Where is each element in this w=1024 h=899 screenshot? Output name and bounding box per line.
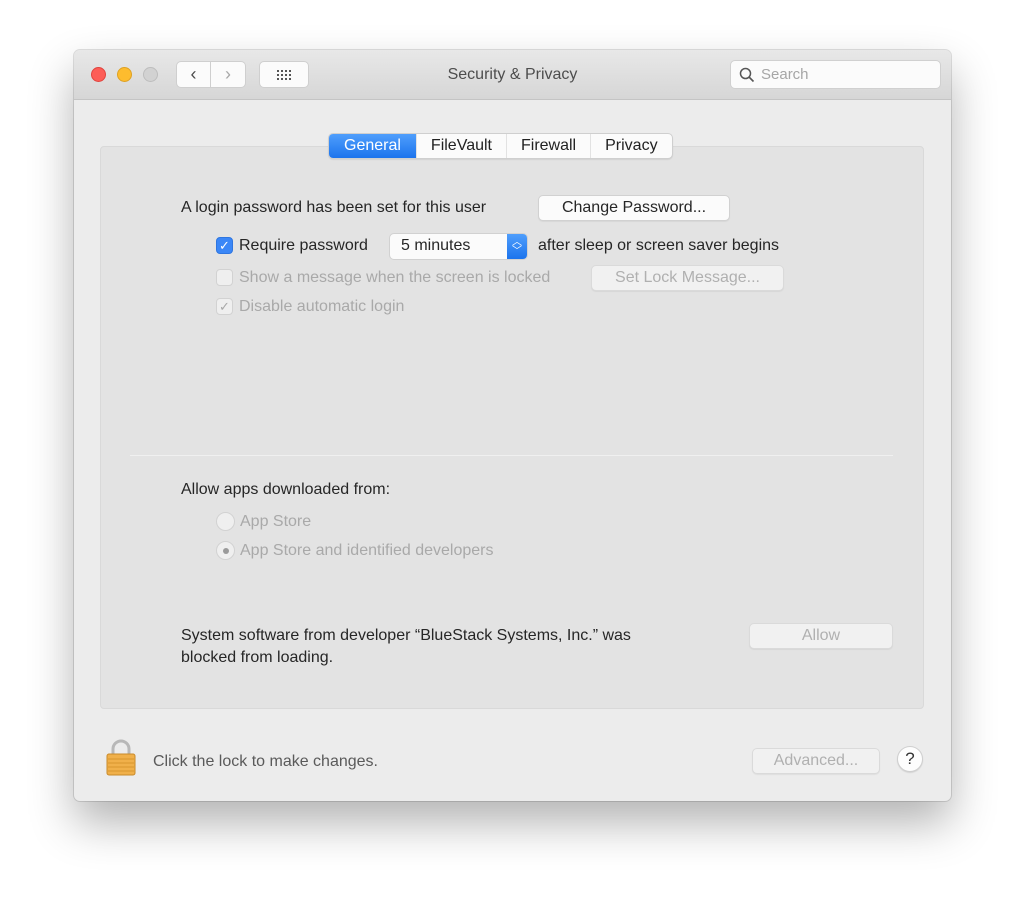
tab-firewall[interactable]: Firewall xyxy=(505,134,590,158)
search-field[interactable]: Search xyxy=(730,60,941,89)
title-bar: ‹ › Security & Privacy Search xyxy=(74,50,951,100)
require-password-delay-popup[interactable]: 5 minutes ︿ ﹀ xyxy=(389,233,528,260)
disable-auto-login-checkbox[interactable]: ✓ xyxy=(216,298,233,315)
login-password-label: A login password has been set for this u… xyxy=(181,199,487,216)
allow-apps-heading: Allow apps downloaded from: xyxy=(181,481,391,498)
radio-app-store-identified-label: App Store and identified developers xyxy=(240,542,494,559)
help-button[interactable]: ? xyxy=(897,746,923,772)
set-lock-message-button[interactable]: Set Lock Message... xyxy=(591,265,784,291)
search-icon xyxy=(739,67,755,82)
allow-button[interactable]: Allow xyxy=(749,623,893,649)
radio-app-store[interactable] xyxy=(216,512,235,531)
disable-auto-login-label: Disable automatic login xyxy=(239,298,405,315)
show-message-checkbox[interactable] xyxy=(216,269,233,286)
tab-filevault[interactable]: FileVault xyxy=(415,134,506,158)
security-privacy-window: ‹ › Security & Privacy Search General Fi… xyxy=(74,50,951,801)
blocked-message-line2: blocked from loading. xyxy=(181,649,334,666)
blocked-message-line1: System software from developer “BlueStac… xyxy=(181,627,631,644)
tab-general[interactable]: General xyxy=(329,134,416,158)
up-down-chevron-icon: ︿ ﹀ xyxy=(507,234,527,259)
radio-selected-dot xyxy=(222,547,229,554)
delay-value: 5 minutes xyxy=(401,237,471,254)
checkmark-icon: ✓ xyxy=(219,298,230,314)
show-message-label: Show a message when the screen is locked xyxy=(239,269,551,286)
radio-app-store-label: App Store xyxy=(240,513,312,530)
tab-privacy[interactable]: Privacy xyxy=(590,134,671,158)
checkmark-icon: ✓ xyxy=(219,237,230,253)
lock-status-text: Click the lock to make changes. xyxy=(153,753,378,770)
question-mark-icon: ? xyxy=(905,749,915,768)
require-password-label: Require password xyxy=(239,237,368,254)
section-divider xyxy=(130,455,893,456)
lock-icon[interactable] xyxy=(105,738,137,776)
tab-bar: General FileVault Firewall Privacy xyxy=(328,133,673,159)
require-password-checkbox[interactable]: ✓ xyxy=(216,237,233,254)
change-password-button[interactable]: Change Password... xyxy=(538,195,730,221)
after-sleep-label: after sleep or screen saver begins xyxy=(538,237,780,254)
advanced-button[interactable]: Advanced... xyxy=(752,748,880,774)
radio-app-store-identified[interactable] xyxy=(216,541,235,560)
search-placeholder: Search xyxy=(761,66,809,83)
